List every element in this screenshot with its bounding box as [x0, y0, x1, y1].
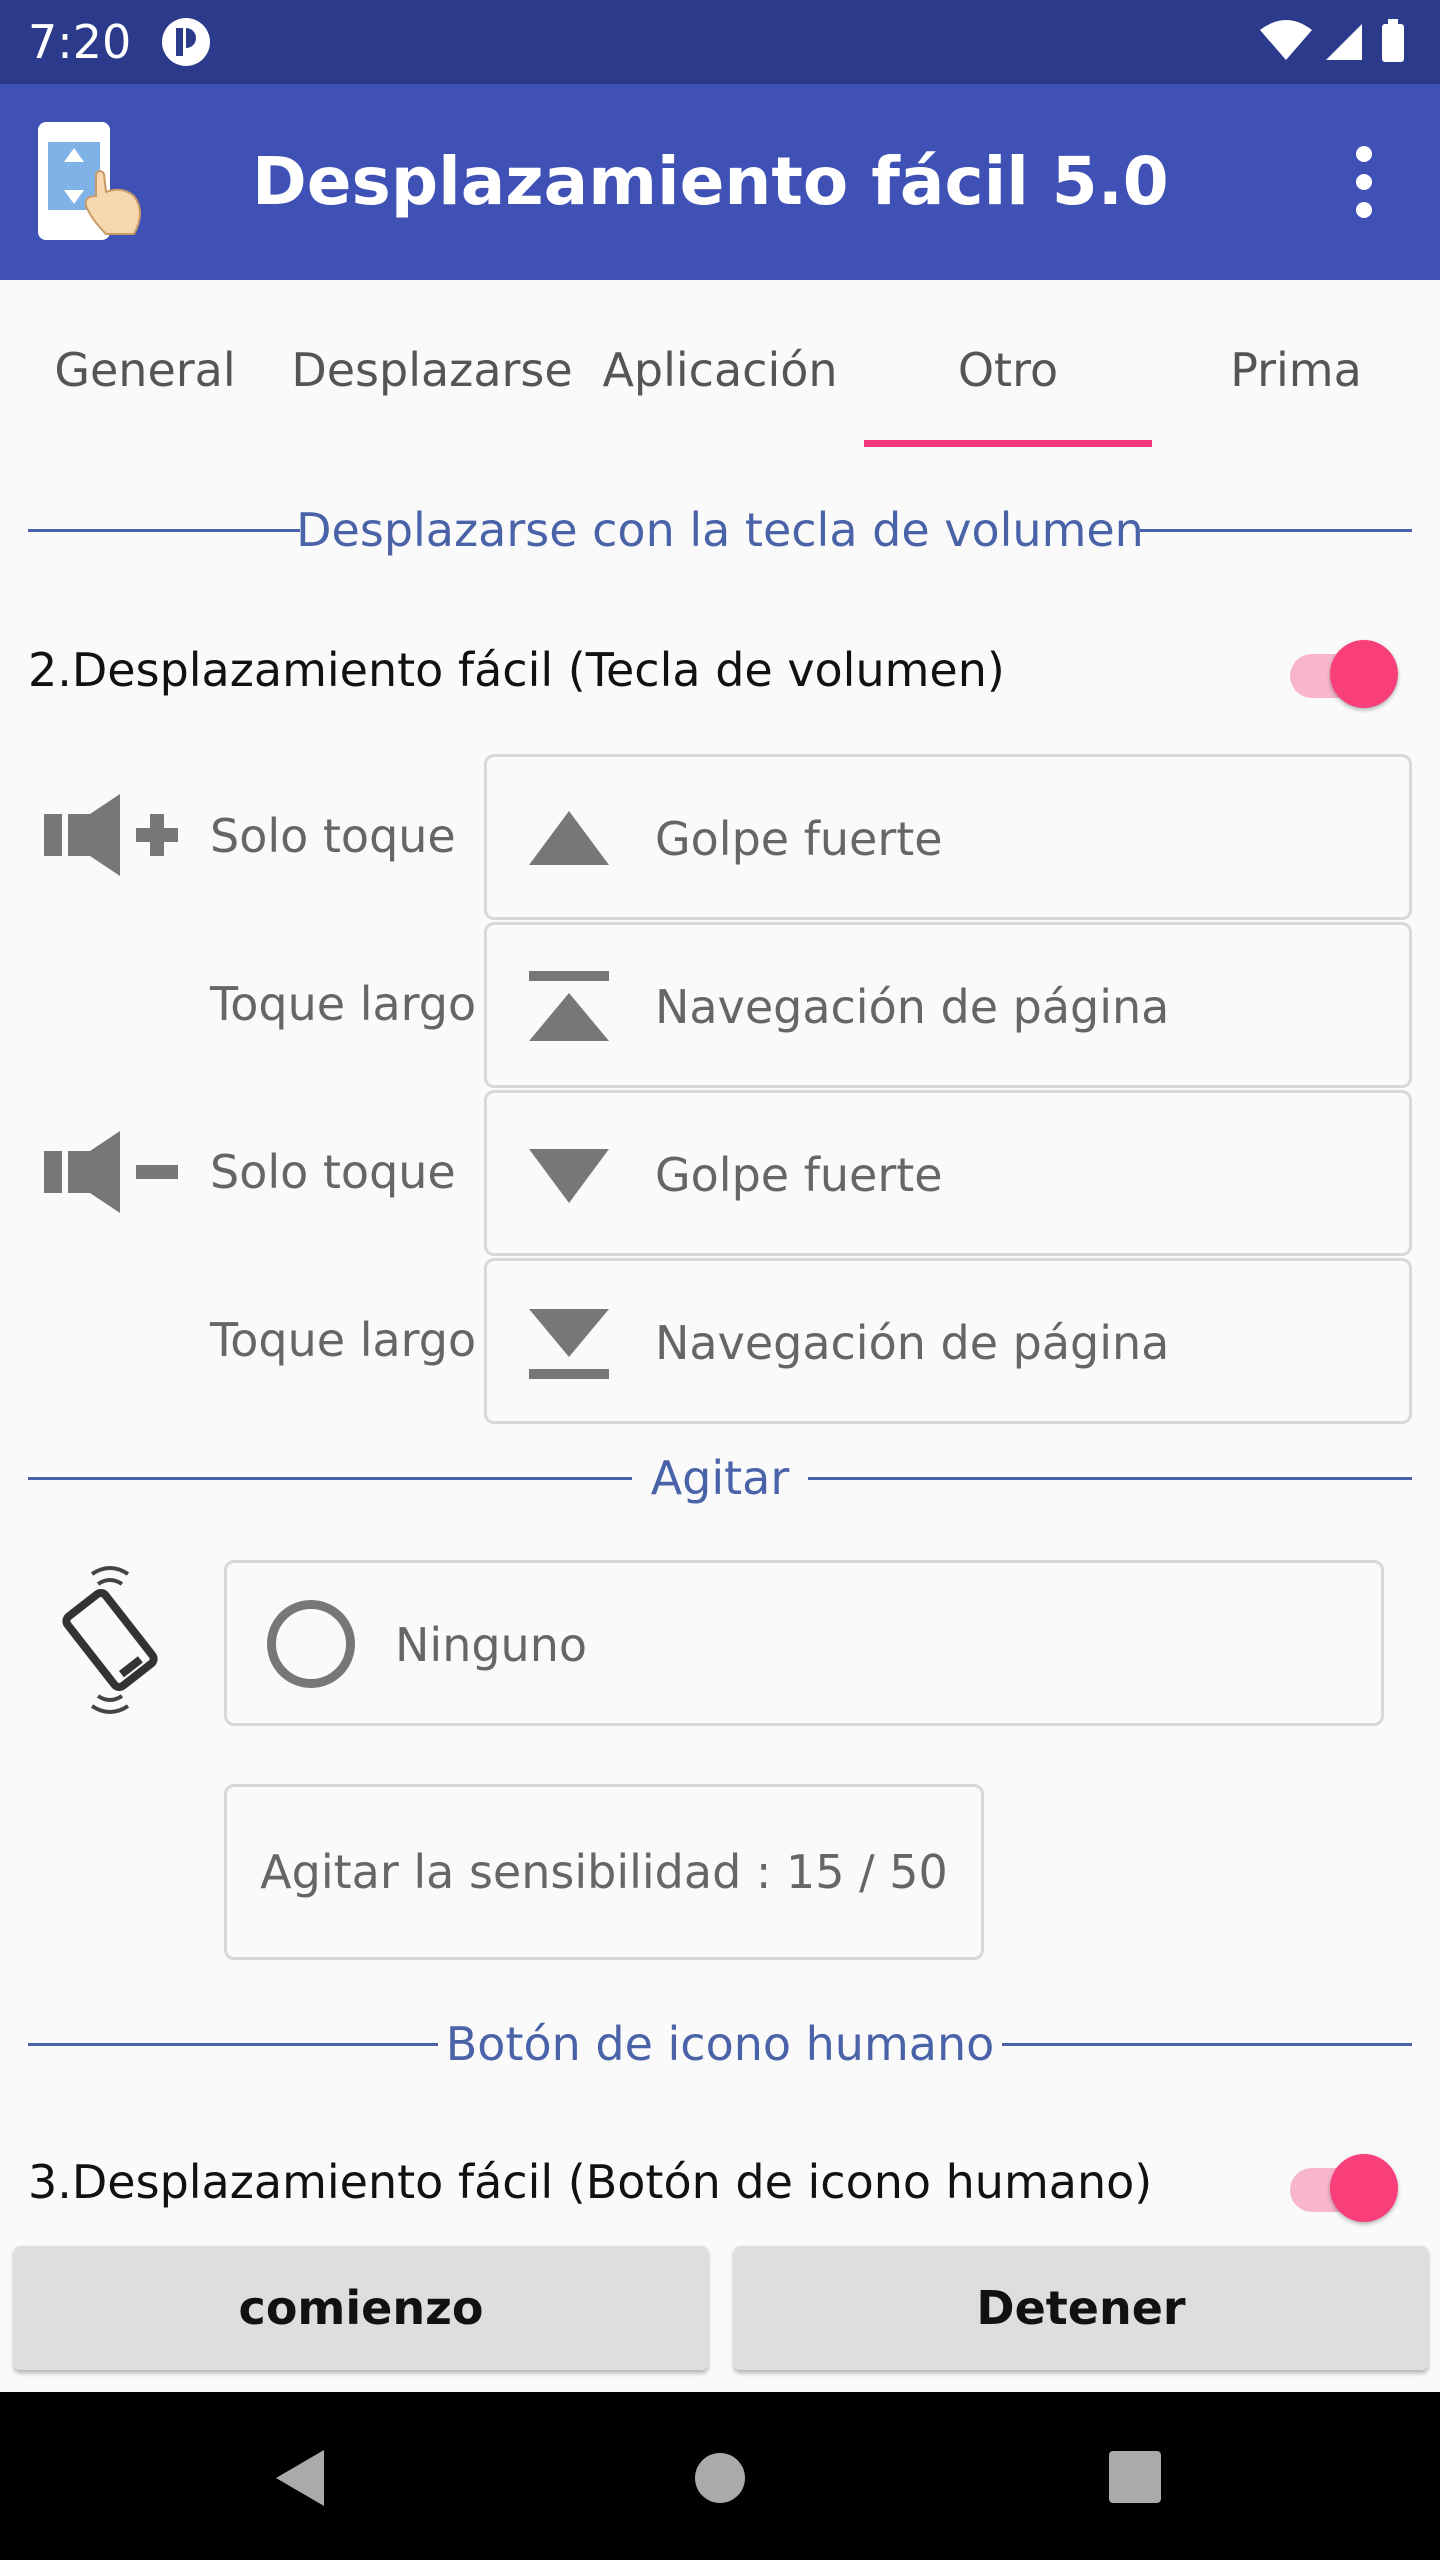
triangle-down-icon	[529, 1149, 609, 1203]
app-logo-icon	[38, 122, 141, 240]
start-button[interactable]: comienzo	[14, 2246, 708, 2370]
signal-icon	[1326, 24, 1362, 60]
action-select-volume-up-long[interactable]: Navegación de página	[484, 922, 1412, 1088]
triangle-up-icon	[529, 811, 609, 865]
human-icon-toggle-label: 3.Desplazamiento fácil (Botón de icono h…	[28, 2155, 1153, 2209]
more-vert-icon[interactable]	[1340, 134, 1388, 230]
battery-icon	[1382, 19, 1404, 62]
human-icon-toggle-switch[interactable]	[1286, 2146, 1398, 2222]
tab-bar: General Desplazarse Aplicación Otro Prim…	[0, 280, 1440, 448]
press-type-label: Solo toque	[210, 809, 456, 863]
action-label: Navegación de página	[655, 1316, 1170, 1370]
tab-desplazarse[interactable]: Desplazarse	[290, 340, 574, 400]
stop-button[interactable]: Detener	[734, 2246, 1428, 2370]
back-icon[interactable]	[272, 2446, 328, 2510]
page-down-icon	[529, 1309, 609, 1379]
status-icons	[1260, 19, 1404, 62]
tab-prima[interactable]: Prima	[1152, 340, 1440, 400]
status-bar: 7:20	[0, 0, 1440, 84]
shake-action-select[interactable]: Ninguno	[224, 1560, 1384, 1726]
page-up-icon	[529, 971, 609, 1041]
shake-sensitivity-button[interactable]: Agitar la sensibilidad : 15 / 50	[224, 1784, 984, 1960]
radio-icon	[267, 1600, 355, 1688]
tab-general[interactable]: General	[20, 340, 270, 400]
action-label: Golpe fuerte	[655, 1148, 943, 1202]
volume-down-icon	[44, 1131, 178, 1213]
volume-up-icon	[44, 794, 178, 876]
section-shake-header: Agitar	[28, 1448, 1412, 1508]
section-volume-header: Desplazarse con la tecla de volumen	[28, 500, 1412, 560]
recents-icon[interactable]	[1108, 2450, 1162, 2504]
action-select-volume-up-tap[interactable]: Golpe fuerte	[484, 754, 1412, 920]
volume-toggle-switch[interactable]	[1286, 632, 1398, 708]
tab-indicator	[864, 440, 1152, 447]
status-time: 7:20	[28, 15, 132, 69]
action-select-volume-down-long[interactable]: Navegación de página	[484, 1258, 1412, 1424]
action-label: Golpe fuerte	[655, 812, 943, 866]
app-title: Desplazamiento fácil 5.0	[252, 143, 1169, 220]
app-notification-icon	[162, 18, 210, 66]
volume-toggle-label: 2.Desplazamiento fácil (Tecla de volumen…	[28, 643, 1005, 697]
press-type-label: Toque largo	[210, 977, 477, 1031]
system-nav-bar	[0, 2392, 1440, 2560]
tab-otro[interactable]: Otro	[864, 340, 1152, 400]
section-human-icon-header: Botón de icono humano	[28, 2014, 1412, 2074]
app-bar: Desplazamiento fácil 5.0	[0, 84, 1440, 280]
action-label: Navegación de página	[655, 980, 1170, 1034]
shake-phone-icon	[62, 1566, 158, 1714]
wifi-icon	[1260, 20, 1312, 60]
shake-option-label: Ninguno	[395, 1618, 587, 1672]
press-type-label: Solo toque	[210, 1145, 456, 1199]
action-select-volume-down-tap[interactable]: Golpe fuerte	[484, 1090, 1412, 1256]
tab-aplicacion[interactable]: Aplicación	[596, 340, 844, 400]
press-type-label: Toque largo	[210, 1313, 477, 1367]
home-icon[interactable]	[694, 2452, 746, 2504]
